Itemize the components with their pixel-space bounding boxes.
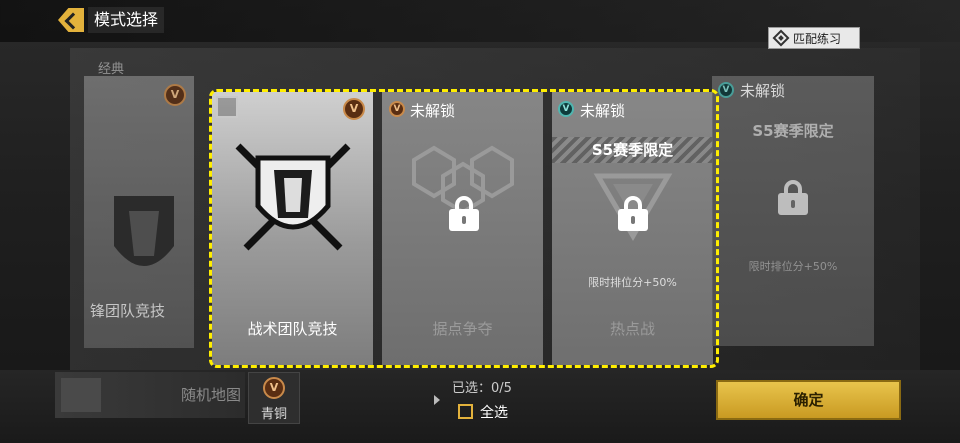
mode-card-title: 战术团队竞技 [247, 320, 338, 338]
chevron-right-icon [434, 395, 440, 405]
mode-card-right-partial[interactable]: V 未解锁 S5赛季限定 限时排位分+50% [712, 76, 874, 346]
mode-card-hardpoint[interactable]: V 未解锁 S5赛季限定 限时排位分+50% 热点战 [552, 92, 713, 365]
season-limited-title: S5赛季限定 [752, 122, 834, 140]
rank-badge-icon: V [164, 84, 186, 106]
map-thumbnail [61, 378, 101, 412]
mode-card-title: 据点争夺 [432, 320, 493, 338]
select-all-label: 全选 [480, 405, 508, 421]
bronze-rank-icon: V [263, 377, 285, 399]
lock-icon [618, 196, 648, 232]
lock-icon [449, 196, 479, 232]
background-tab-label: 经典 [98, 62, 125, 77]
practice-match-button[interactable]: 匹配练习 [768, 27, 860, 49]
locked-label: 未解锁 [410, 102, 456, 120]
target-icon [772, 29, 790, 47]
mode-card-domination[interactable]: V 未解锁 据点争夺 [382, 92, 543, 365]
mode-checkbox[interactable] [216, 96, 238, 118]
season-badge-icon: V [718, 82, 734, 98]
random-map-button[interactable]: 随机地图 [55, 372, 245, 418]
rank-bonus-text: 限时排位分+50% [748, 260, 838, 273]
mode-card-tactical-tdm[interactable]: V 战术团队竞技 [212, 92, 373, 365]
random-map-label: 随机地图 [180, 386, 241, 404]
practice-match-label: 匹配练习 [793, 32, 842, 46]
rank-filter[interactable]: V 青铜 [248, 372, 300, 424]
locked-label: 未解锁 [740, 82, 786, 100]
mode-card-title: 锋团队竞技 [90, 302, 166, 320]
rank-label: 青铜 [260, 407, 287, 422]
mode-card-left-partial[interactable]: V 锋团队竞技 [84, 76, 194, 348]
rank-badge-icon: V [389, 101, 405, 117]
season-limited-banner: S5赛季限定 [552, 137, 713, 163]
rank-badge-icon: V [343, 98, 365, 120]
page-title: 模式选择 [88, 7, 165, 33]
locked-label: 未解锁 [580, 102, 626, 120]
select-all-checkbox[interactable] [458, 404, 473, 419]
selected-count: 已选：0/5 [452, 381, 512, 396]
mode-card-title: 热点战 [609, 320, 655, 338]
shield-emblem-icon [235, 143, 351, 251]
confirm-button[interactable]: 确定 [716, 380, 901, 420]
lock-icon [778, 180, 808, 216]
rank-bonus-text: 限时排位分+50% [588, 276, 677, 289]
soldiers-emblem-icon [114, 196, 174, 266]
season-badge-icon: V [558, 101, 574, 117]
